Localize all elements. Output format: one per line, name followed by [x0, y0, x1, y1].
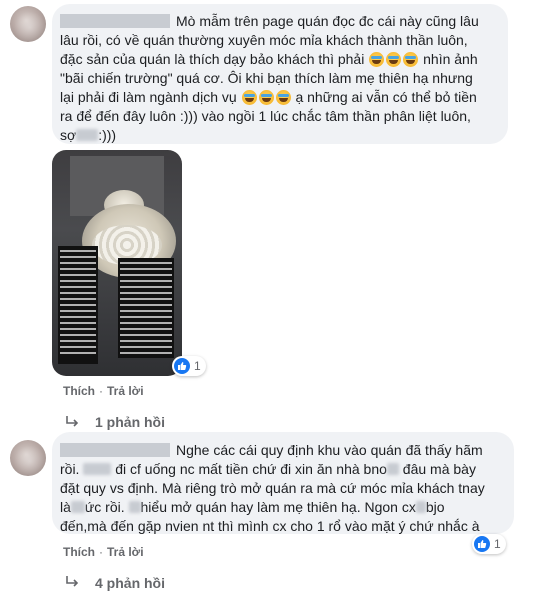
- action-separator: ·: [99, 384, 103, 398]
- reply-arrow-icon: [66, 576, 79, 587]
- comment-line: là ức rồi. hiểu mở quán hay làm mẹ thiên …: [60, 499, 445, 515]
- laughing-emoji: [275, 90, 291, 105]
- reaction-count[interactable]: 1: [472, 534, 506, 554]
- redacted-text: [386, 463, 399, 475]
- commenter-name[interactable]: [60, 443, 170, 457]
- reply-action[interactable]: Trả lời: [107, 545, 144, 559]
- redacted-text: [83, 463, 112, 475]
- comment-line: Mò mẫm trên page quán đọc đc cái này cũn…: [60, 12, 479, 31]
- action-separator: ·: [99, 545, 103, 559]
- comment-line: rồi. đi cf uống nc mất tiền chứ đi xin ă…: [60, 461, 476, 477]
- reaction-count[interactable]: 1: [172, 356, 206, 376]
- comment-line: Nghe các cái quy định khu vào quán đã th…: [60, 441, 483, 460]
- like-icon: [174, 358, 190, 374]
- laughing-emoji: [386, 52, 402, 67]
- reaction-count-value: 1: [494, 537, 501, 551]
- comment-photo[interactable]: [52, 150, 182, 376]
- redacted-text: [76, 129, 99, 141]
- reaction-count-value: 1: [194, 359, 201, 373]
- laughing-emoji: [258, 90, 274, 105]
- laughing-emoji: [241, 90, 257, 105]
- laughing-emoji: [403, 52, 419, 67]
- comment-line: sợ:))): [60, 127, 117, 143]
- commenter-avatar[interactable]: [10, 6, 46, 42]
- comment-line: đặc sản của quán là thích dạy bảo khách …: [60, 51, 478, 67]
- commenter-avatar[interactable]: [10, 440, 46, 476]
- commenter-name[interactable]: [60, 14, 170, 28]
- photo-text-lines: [60, 250, 96, 358]
- comment-line: lâu rồi, có về quán thường xuyên móc mỉa…: [60, 32, 468, 48]
- comment-line: đặt quy vs định. Mà riêng trò mở quán ra…: [60, 480, 485, 496]
- redacted-text: [128, 501, 141, 513]
- photo-text-lines: [120, 262, 172, 354]
- redacted-text: [70, 501, 85, 513]
- comment-line: đến,mà đến gặp nvien nt thì mình cx cho …: [60, 518, 480, 534]
- reply-action[interactable]: Trả lời: [107, 384, 144, 398]
- view-replies-link[interactable]: 1 phản hồi: [95, 414, 165, 430]
- comment-line: lại phải đi làm ngành dịch vụ ạ những ai…: [60, 89, 477, 105]
- like-icon: [474, 536, 490, 552]
- laughing-emoji: [369, 52, 385, 67]
- reply-arrow-icon: [66, 416, 79, 427]
- redacted-text: [415, 501, 426, 513]
- like-action[interactable]: Thích: [63, 384, 95, 398]
- comment-line: ra để đến đây luôn :))) vào ngồi 1 lúc c…: [60, 108, 471, 124]
- comment-line: "bãi chiến trường" quá cơ. Ôi khi bạn th…: [60, 70, 473, 86]
- view-replies-link[interactable]: 4 phản hồi: [95, 575, 165, 591]
- like-action[interactable]: Thích: [63, 545, 95, 559]
